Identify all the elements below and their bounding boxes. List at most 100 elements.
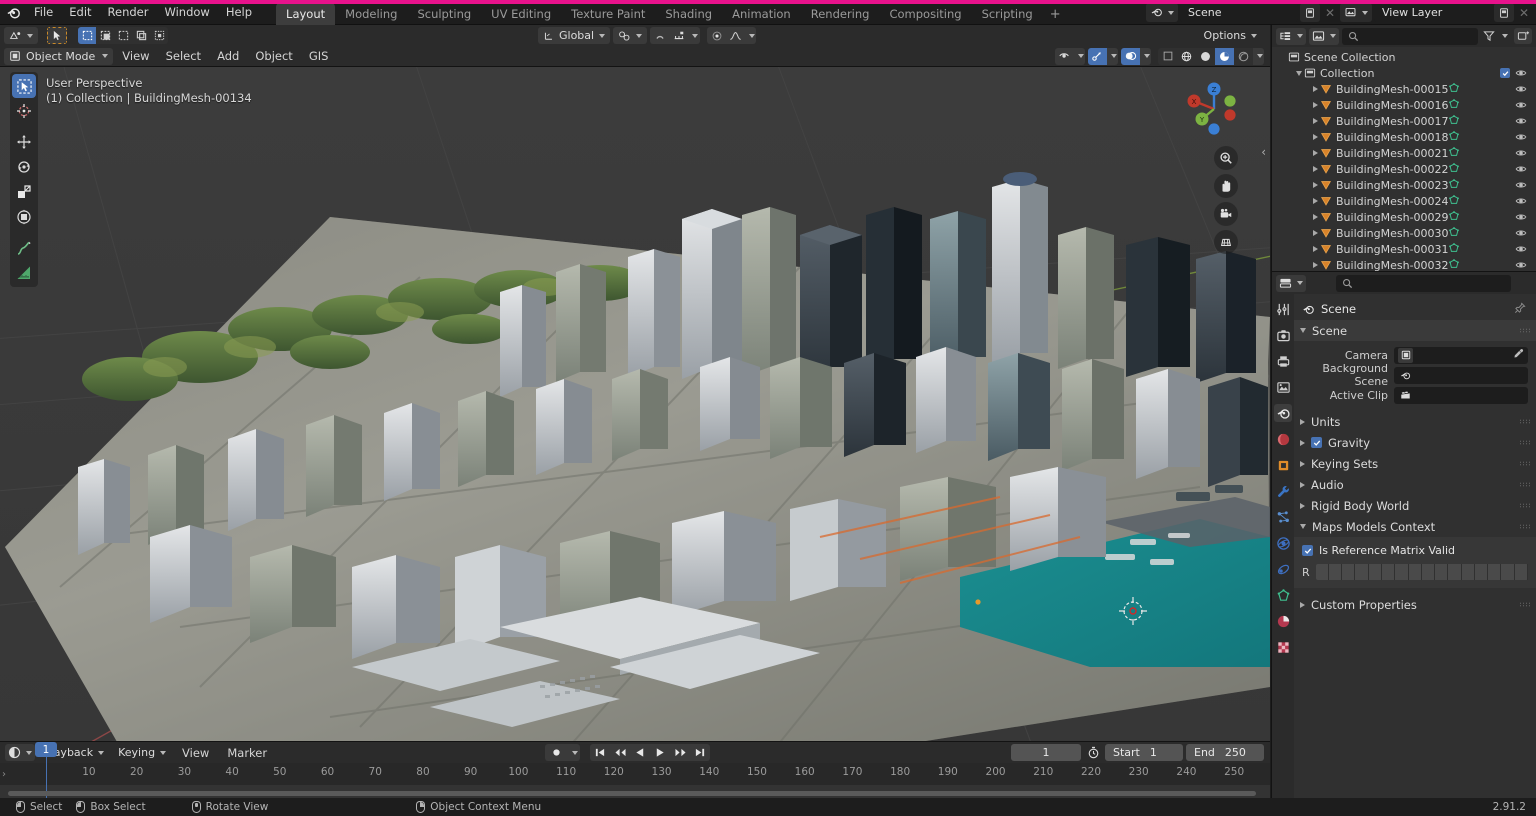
visibility-eye-icon[interactable] xyxy=(1515,147,1527,162)
snap-dropdown-caret[interactable] xyxy=(688,27,700,44)
disclosure-triangle-icon[interactable] xyxy=(1310,166,1320,172)
snap-magnet-icon[interactable] xyxy=(650,27,669,44)
material-preview-icon[interactable] xyxy=(1196,48,1215,65)
menu-help[interactable]: Help xyxy=(218,3,260,22)
mesh-data-icon[interactable] xyxy=(1448,194,1460,209)
outliner-row[interactable]: BuildingMesh-00031 xyxy=(1272,241,1536,257)
view-layer-name-field[interactable]: View Layer xyxy=(1374,3,1492,22)
viewport-menu-select[interactable]: Select xyxy=(159,48,208,64)
camera-input[interactable] xyxy=(1394,347,1528,364)
panel-units[interactable]: Units xyxy=(1294,411,1536,432)
sidebar-toggle-arrow[interactable]: ‹ xyxy=(1261,145,1266,159)
disclosure-triangle-icon[interactable] xyxy=(1310,134,1320,140)
move-view-button[interactable] xyxy=(1214,174,1238,198)
timeline-menu-marker[interactable]: Marker xyxy=(220,745,274,761)
tool-scale[interactable] xyxy=(12,180,36,204)
tab-animation[interactable]: Animation xyxy=(722,3,801,25)
outliner-filter-icon[interactable] xyxy=(1481,28,1497,44)
physics-tab[interactable] xyxy=(1274,534,1292,552)
visibility-eye-icon[interactable] xyxy=(1515,67,1527,82)
falloff-curve-icon[interactable] xyxy=(726,27,745,44)
menu-render[interactable]: Render xyxy=(100,3,157,22)
panel-maps-models-context[interactable]: Maps Models Context xyxy=(1294,516,1536,537)
subtract-selection-icon[interactable] xyxy=(114,27,132,44)
visibility-eye-icon[interactable] xyxy=(1515,83,1527,98)
matrix-value-strip[interactable] xyxy=(1316,564,1528,580)
properties-search-input[interactable] xyxy=(1336,275,1511,292)
panel-scene[interactable]: Scene xyxy=(1294,320,1536,341)
visibility-eye-icon[interactable] xyxy=(1515,259,1527,271)
outliner-row[interactable]: BuildingMesh-00032 xyxy=(1272,257,1536,271)
active-clip-input[interactable] xyxy=(1394,387,1528,404)
visibility-eye-icon[interactable] xyxy=(1515,115,1527,130)
shading-caret[interactable] xyxy=(1253,48,1264,65)
tool-rotate[interactable] xyxy=(12,155,36,179)
mesh-data-icon[interactable] xyxy=(1448,210,1460,225)
set-new-selection-icon[interactable] xyxy=(78,27,96,44)
mesh-data-icon[interactable] xyxy=(1448,114,1460,129)
world-tab[interactable] xyxy=(1274,430,1292,448)
visibility-icon[interactable] xyxy=(1055,48,1074,65)
menu-edit[interactable]: Edit xyxy=(61,3,99,22)
editor-type-button[interactable] xyxy=(4,27,38,44)
tab-modeling[interactable]: Modeling xyxy=(335,3,407,25)
object-data-tab[interactable] xyxy=(1274,586,1292,604)
menu-window[interactable]: Window xyxy=(156,3,217,22)
proportional-edit-icon[interactable] xyxy=(707,27,726,44)
disclosure-triangle-icon[interactable] xyxy=(1310,198,1320,204)
mesh-data-icon[interactable] xyxy=(1448,98,1460,113)
scene-name-field[interactable]: Scene xyxy=(1180,3,1298,22)
panel-rigid-body-world[interactable]: Rigid Body World xyxy=(1294,495,1536,516)
play-button[interactable] xyxy=(650,744,670,761)
mesh-data-icon[interactable] xyxy=(1448,242,1460,257)
outliner-tree[interactable]: Scene CollectionCollectionBuildingMesh-0… xyxy=(1272,47,1536,271)
visibility-eye-icon[interactable] xyxy=(1515,211,1527,226)
tool-measure[interactable] xyxy=(12,261,36,285)
mesh-data-icon[interactable] xyxy=(1448,82,1460,97)
visibility-eye-icon[interactable] xyxy=(1515,179,1527,194)
current-frame-field[interactable]: 1 xyxy=(1011,744,1081,761)
outliner-row[interactable]: BuildingMesh-00022 xyxy=(1272,161,1536,177)
camera-view-button[interactable] xyxy=(1214,202,1238,226)
visibility-eye-icon[interactable] xyxy=(1515,243,1527,258)
tab-texture-paint[interactable]: Texture Paint xyxy=(561,3,655,25)
mesh-data-icon[interactable] xyxy=(1448,130,1460,145)
panel-gravity[interactable]: Gravity xyxy=(1294,432,1536,453)
viewport-menu-object[interactable]: Object xyxy=(248,48,299,64)
properties-editor-type-button[interactable] xyxy=(1276,275,1306,292)
disclosure-triangle-icon[interactable] xyxy=(1310,230,1320,236)
use-preview-range-icon[interactable] xyxy=(1084,744,1102,761)
field-background-scene[interactable]: Background Scene xyxy=(1294,365,1536,385)
disclosure-triangle-icon[interactable] xyxy=(1310,246,1320,252)
tab-rendering[interactable]: Rendering xyxy=(801,3,880,25)
scene-browse-button[interactable] xyxy=(1146,3,1178,22)
timeline-ruler[interactable]: › 10203040506070809010011012013014015016… xyxy=(0,763,1270,785)
disclosure-triangle-icon[interactable] xyxy=(1310,182,1320,188)
outliner-new-collection-icon[interactable] xyxy=(1514,28,1532,44)
view-layer-browse-button[interactable] xyxy=(1340,3,1372,22)
timeline-editor-type-button[interactable] xyxy=(5,744,35,761)
disclosure-triangle-icon[interactable] xyxy=(1310,214,1320,220)
remove-scene-button[interactable]: ✕ xyxy=(1322,3,1338,22)
output-tab[interactable] xyxy=(1274,352,1292,370)
timeline-horizontal-scrollbar[interactable] xyxy=(8,791,1256,796)
rendered-alt-icon[interactable] xyxy=(1234,48,1253,65)
snap-pivot-button[interactable] xyxy=(613,27,647,44)
gizmo-toggle-icon[interactable] xyxy=(1088,48,1107,65)
disclosure-triangle-icon[interactable] xyxy=(1310,150,1320,156)
auto-keyframe-caret[interactable] xyxy=(567,744,580,761)
outliner-editor-type-button[interactable] xyxy=(1276,28,1306,45)
tab-compositing[interactable]: Compositing xyxy=(879,3,971,25)
viewport-menu-gis[interactable]: GIS xyxy=(302,48,336,64)
outliner-row[interactable]: BuildingMesh-00018 xyxy=(1272,129,1536,145)
jump-to-prev-keyframe-button[interactable] xyxy=(610,744,630,761)
visibility-eye-icon[interactable] xyxy=(1515,227,1527,242)
falloff-dropdown-caret[interactable] xyxy=(745,27,756,44)
play-reverse-button[interactable] xyxy=(630,744,650,761)
material-tab[interactable] xyxy=(1274,612,1292,630)
panel-custom-properties[interactable]: Custom Properties xyxy=(1294,594,1536,615)
tab-shading[interactable]: Shading xyxy=(655,3,722,25)
start-frame-field[interactable]: Start 1 xyxy=(1105,744,1183,761)
timeline-menu-view[interactable]: View xyxy=(175,745,216,761)
disclosure-triangle-icon[interactable] xyxy=(1310,118,1320,124)
